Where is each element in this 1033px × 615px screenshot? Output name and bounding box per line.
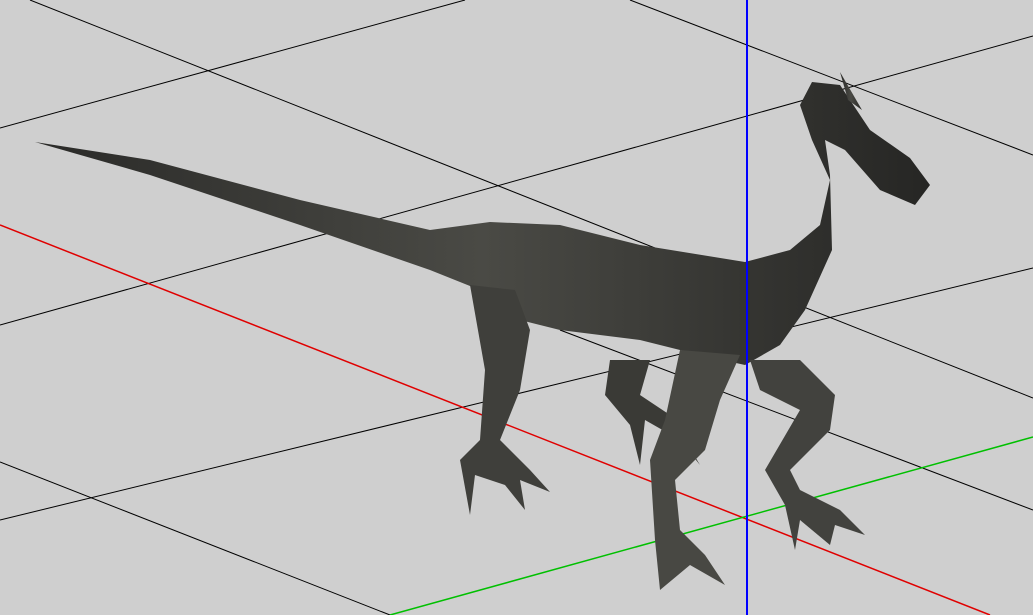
3d-viewport[interactable] xyxy=(0,0,1033,615)
dino-front-right-leg xyxy=(750,360,865,550)
grid-line xyxy=(29,0,1033,399)
grid-line xyxy=(0,461,391,615)
grid-line xyxy=(0,0,466,129)
scene-canvas[interactable] xyxy=(0,0,1033,615)
dino-back-right-leg xyxy=(650,350,740,590)
dinosaur-model[interactable] xyxy=(35,72,930,590)
